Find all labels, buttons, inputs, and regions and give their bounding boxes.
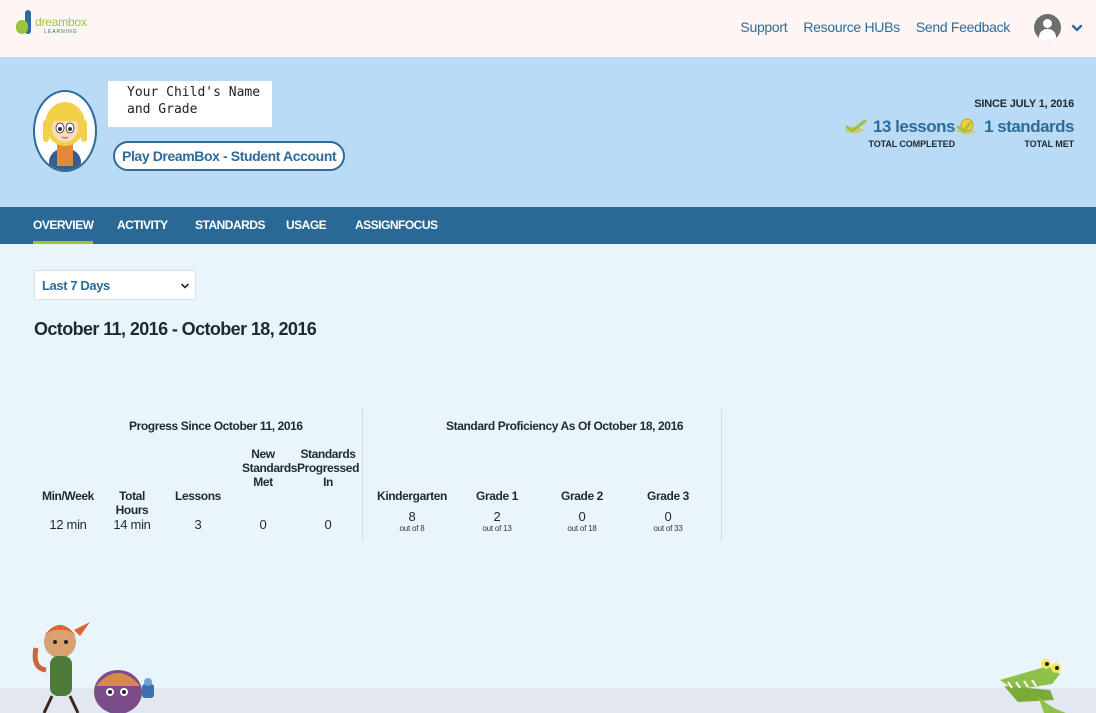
tab-usage[interactable]: USAGE	[286, 207, 327, 244]
stat-label: Standards Progressed In	[296, 447, 360, 489]
stat-label: Min/Week	[42, 489, 94, 503]
section-divider	[362, 409, 363, 541]
stat-value: 3	[194, 517, 202, 532]
tab-standards[interactable]: STANDARDS	[195, 207, 265, 244]
footer-strip	[0, 688, 1096, 713]
stat-label: Total Hours	[115, 489, 149, 517]
date-range-select[interactable]: Last 7 Days	[34, 270, 196, 300]
since-date: SINCE JULY 1, 2016	[974, 98, 1074, 110]
section-divider	[721, 409, 722, 541]
child-avatar	[33, 90, 97, 172]
resource-hubs-link[interactable]: Resource HUBs	[803, 19, 900, 35]
support-link[interactable]: Support	[740, 19, 787, 35]
stat-value: 0	[259, 517, 267, 532]
tab-assignfocus[interactable]: ASSIGNFOCUS	[355, 207, 438, 244]
lessons-value: 13 lessons	[873, 117, 955, 136]
grade-value: 0	[664, 509, 672, 524]
child-grade: and Grade	[127, 102, 198, 117]
date-range-select-value: Last 7 Days	[42, 278, 110, 293]
logo-wordmark: dreambox	[35, 15, 87, 29]
lessons-completed-stat: 13 lessons TOTAL COMPLETED	[843, 117, 955, 149]
standards-label: TOTAL MET	[1024, 139, 1074, 149]
robot-character-icon	[94, 670, 154, 713]
elf-character-icon	[32, 622, 90, 713]
stat-total-hours: Total Hours 14 min	[102, 475, 162, 532]
grade-label: Grade 1	[476, 489, 518, 503]
user-avatar-icon[interactable]	[1034, 14, 1061, 41]
top-nav: Support Resource HUBs Send Feedback	[740, 19, 1010, 35]
grade-label: Grade 2	[561, 489, 603, 503]
grade-value: 0	[578, 509, 586, 524]
tab-bar: OVERVIEW ACTIVITY STANDARDS USAGE ASSIGN…	[0, 207, 1096, 244]
logo-mark-icon	[16, 10, 32, 36]
child-name: Your Child's Name	[127, 85, 261, 100]
grade-label: Grade 3	[647, 489, 689, 503]
chevron-down-icon[interactable]	[1071, 22, 1083, 34]
profile-banner: Your Child's Name and Grade Play DreamBo…	[0, 57, 1096, 207]
standards-value: 1 standards	[984, 117, 1074, 136]
stats-summary: Progress Since October 11, 2016 Min/Week…	[34, 409, 724, 541]
tab-overview[interactable]: OVERVIEW	[33, 207, 94, 244]
proficiency-title: Standard Proficiency As Of October 18, 2…	[446, 419, 684, 433]
standards-met-stat: 1 standards TOTAL MET	[954, 117, 1074, 149]
top-bar: dreambox LEARNING Support Resource HUBs …	[0, 0, 1096, 57]
stat-new-standards-met: New Standards Met 0	[234, 447, 298, 532]
stat-standards-progressed: Standards Progressed In 0	[296, 447, 360, 532]
overview-panel: Last 7 Days October 11, 2016 - October 1…	[0, 244, 1096, 713]
grade-3: Grade 3 0 out of 33	[635, 475, 701, 533]
grade-total: out of 33	[653, 524, 683, 533]
stat-value: 14 min	[113, 517, 151, 532]
standards-badge-icon	[955, 118, 977, 135]
grade-value: 2	[493, 509, 501, 524]
grade-total: out of 13	[482, 524, 512, 533]
stat-value: 12 min	[49, 517, 87, 532]
child-name-box: Your Child's Name and Grade	[108, 81, 272, 127]
tab-activity[interactable]: ACTIVITY	[117, 207, 168, 244]
dreambox-logo[interactable]: dreambox LEARNING	[16, 10, 87, 36]
grade-2: Grade 2 0 out of 18	[549, 475, 615, 533]
chevron-down-icon	[181, 283, 189, 289]
grade-kindergarten: Kindergarten 8 out of 8	[374, 475, 450, 533]
lessons-label: TOTAL COMPLETED	[868, 139, 955, 149]
stat-min-week: Min/Week 12 min	[34, 475, 102, 532]
grade-label: Kindergarten	[377, 489, 447, 503]
stat-label: Lessons	[175, 489, 221, 503]
stat-label: New Standards Met	[242, 447, 298, 489]
alligator-character-icon	[1000, 659, 1066, 713]
grade-1: Grade 1 2 out of 13	[464, 475, 530, 533]
grade-total: out of 18	[567, 524, 597, 533]
send-feedback-link[interactable]: Send Feedback	[916, 19, 1010, 35]
grade-total: out of 8	[399, 524, 425, 533]
stat-value: 0	[324, 517, 332, 532]
grade-value: 8	[408, 509, 416, 524]
checkmark-book-icon	[844, 120, 867, 134]
child-character-icon	[43, 102, 87, 170]
progress-title: Progress Since October 11, 2016	[129, 419, 303, 433]
stat-lessons: Lessons 3	[170, 475, 226, 532]
logo-subtitle: LEARNING	[44, 29, 78, 35]
play-dreambox-button[interactable]: Play DreamBox - Student Account	[113, 141, 346, 171]
date-range-heading: October 11, 2016 - October 18, 2016	[34, 319, 317, 339]
